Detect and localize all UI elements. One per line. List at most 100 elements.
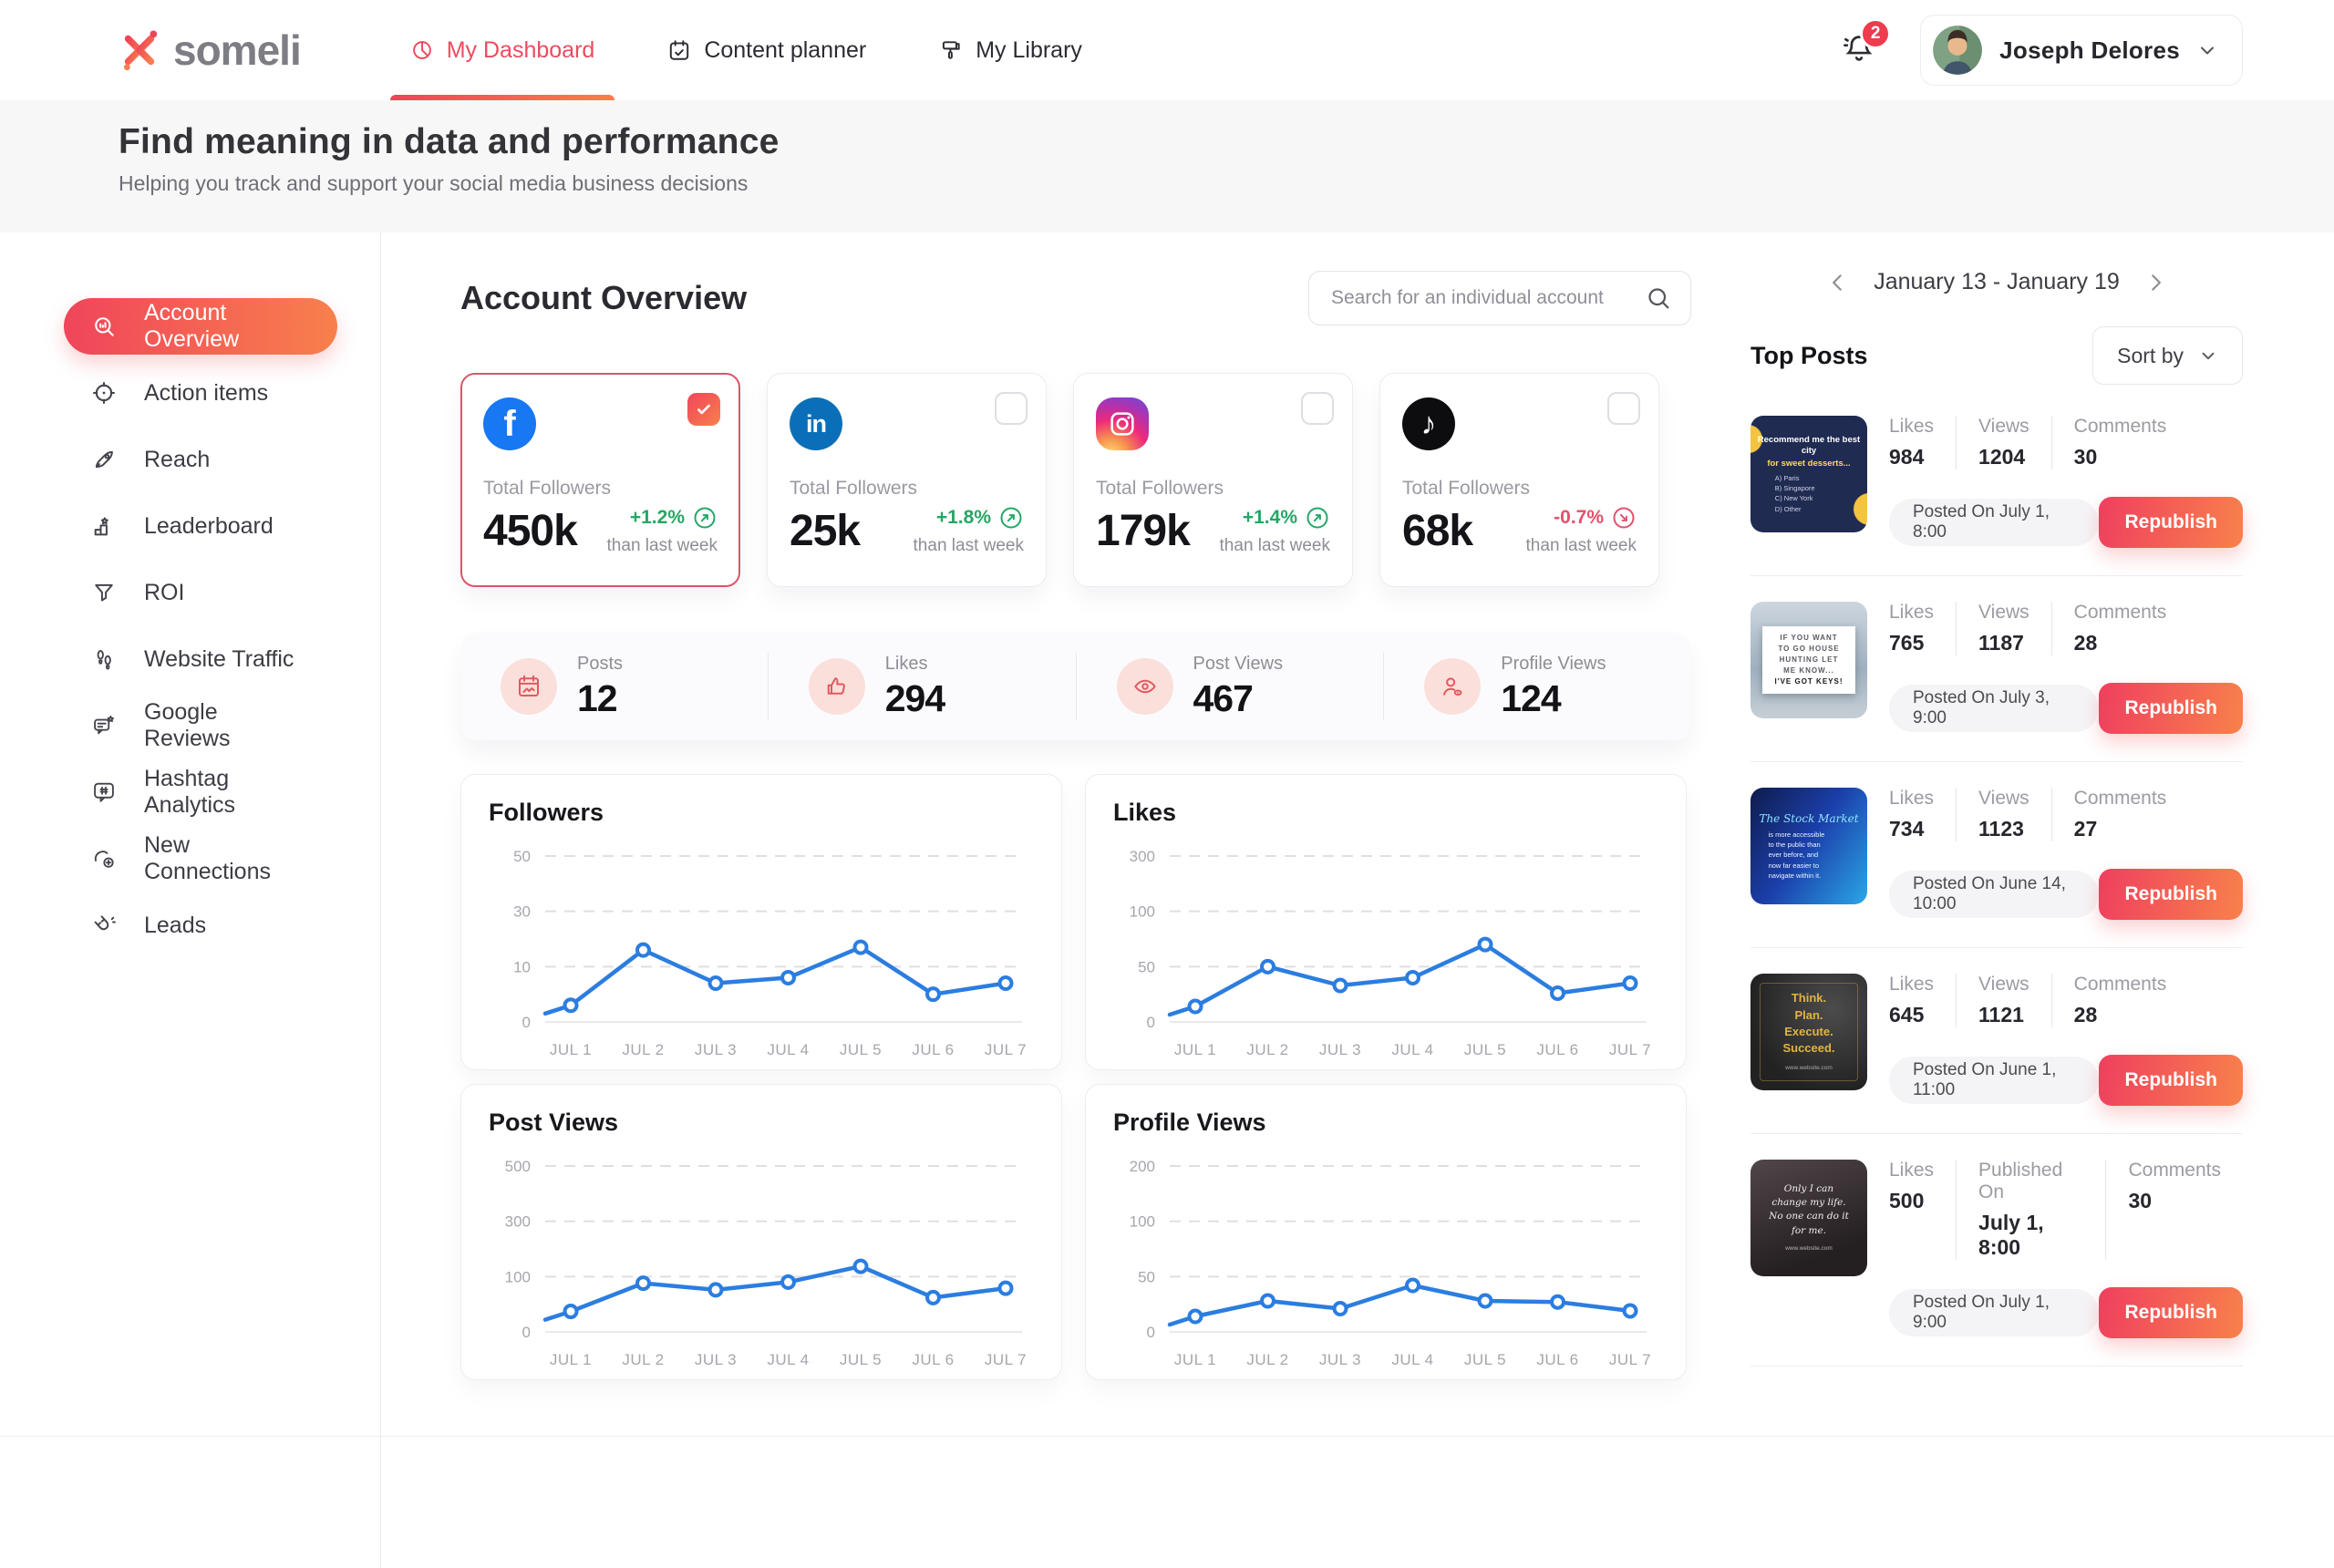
linkedin-account-card[interactable]: in Total Followers 25k +1.8% than last w… — [767, 373, 1047, 587]
svg-text:JUL 2: JUL 2 — [1246, 1351, 1288, 1368]
sidebar-item-roi[interactable]: ROI — [64, 564, 337, 621]
svg-text:0: 0 — [522, 1014, 531, 1031]
hero-banner: Find meaning in data and performance Hel… — [0, 100, 2334, 232]
linkedin-icon: in — [790, 397, 842, 450]
leash-plus-icon — [91, 846, 117, 872]
thumb-text: is more accessible — [1769, 830, 1850, 839]
prev-week-button[interactable] — [1826, 271, 1850, 294]
trend-up-icon — [1305, 505, 1330, 531]
thumb-text: Execute. — [1784, 1025, 1833, 1039]
svg-text:JUL 3: JUL 3 — [695, 1041, 737, 1058]
metric-likes: Likes 500 — [1889, 1160, 1956, 1260]
likes-line-chart: 050100300JUL 1JUL 2JUL 3JUL 4JUL 5JUL 6J… — [1113, 829, 1660, 1066]
post-thumbnail[interactable]: Recommend me the best city for sweet des… — [1750, 416, 1867, 532]
svg-text:500: 500 — [505, 1158, 531, 1175]
thumbs-up-icon — [809, 658, 865, 715]
post-thumbnail[interactable]: IF YOU WANT TO GO HOUSE HUNTING LET ME K… — [1750, 602, 1867, 718]
sidebar-item-leads[interactable]: Leads — [64, 897, 337, 954]
thumb-text: HUNTING LET — [1780, 655, 1839, 665]
republish-button[interactable]: Republish — [2099, 1055, 2243, 1106]
tab-my-dashboard[interactable]: My Dashboard — [410, 0, 595, 100]
thumb-text: change my life. — [1771, 1197, 1845, 1209]
search-icon[interactable] — [1645, 284, 1672, 312]
top-post-row: The Stock Market is more accessible to t… — [1750, 762, 2243, 948]
svg-text:100: 100 — [1130, 1213, 1155, 1231]
followers-label: Total Followers — [1096, 478, 1330, 500]
sidebar-item-label: Account Overview — [144, 300, 310, 353]
summary-stats-bar: Posts 12 Likes 294 — [460, 633, 1691, 740]
svg-text:0: 0 — [1147, 1324, 1155, 1341]
sidebar-item-leaderboard[interactable]: Leaderboard — [64, 498, 337, 554]
search-input[interactable] — [1329, 286, 1645, 310]
post-thumbnail[interactable]: Think. Plan. Execute. Succeed. www.websi… — [1750, 974, 1867, 1090]
sidebar-item-new-connections[interactable]: New Connections — [64, 830, 337, 887]
sidebar-item-label: Leads — [144, 913, 206, 939]
linkedin-checkbox[interactable] — [995, 392, 1028, 425]
thumb-text: B) Singapore — [1775, 484, 1843, 492]
profile-eye-icon — [1424, 658, 1481, 715]
stat-posts: Posts 12 — [460, 653, 768, 720]
pie-chart-icon — [410, 38, 434, 62]
bottom-divider — [0, 1436, 2334, 1437]
sidebar-item-hashtag-analytics[interactable]: Hashtag Analytics — [64, 764, 337, 820]
trend-up-icon — [692, 505, 718, 531]
tiktok-checkbox[interactable] — [1607, 392, 1640, 425]
check-icon — [695, 400, 713, 418]
metric-published-on: Published On July 1, 8:00 — [1956, 1160, 2105, 1260]
top-post-row: Think. Plan. Execute. Succeed. www.websi… — [1750, 948, 2243, 1134]
instagram-checkbox[interactable] — [1301, 392, 1334, 425]
facebook-icon: f — [483, 397, 536, 450]
sort-by-dropdown[interactable]: Sort by — [2092, 326, 2243, 385]
svg-text:JUL 4: JUL 4 — [1391, 1041, 1433, 1058]
sidebar-item-label: ROI — [144, 580, 184, 606]
profile-views-chart-card: Profile Views 050100200JUL 1JUL 2JUL 3JU… — [1085, 1084, 1687, 1380]
change-note: than last week — [1220, 536, 1330, 556]
republish-button[interactable]: Republish — [2099, 683, 2243, 734]
post-thumbnail[interactable]: Only I can change my life. No one can do… — [1750, 1160, 1867, 1276]
chart-title: Followers — [489, 799, 1034, 827]
thumb-text: www.website.com — [1785, 1245, 1833, 1253]
followers-value: 25k — [790, 506, 860, 556]
post-thumbnail[interactable]: The Stock Market is more accessible to t… — [1750, 788, 1867, 904]
top-posts-list: Recommend me the best city for sweet des… — [1750, 390, 2243, 1367]
thumb-text: now far easier to — [1769, 861, 1850, 870]
profile-menu[interactable]: Joseph Delores — [1920, 15, 2243, 86]
metric-likes: Likes 645 — [1889, 974, 1956, 1027]
followers-label: Total Followers — [483, 478, 718, 500]
instagram-account-card[interactable]: Total Followers 179k +1.4% than last wee… — [1073, 373, 1353, 587]
thumb-text: TO GO HOUSE — [1778, 645, 1839, 654]
top-posts-title: Top Posts — [1750, 342, 1868, 370]
metric-views: Views 1121 — [1956, 974, 2051, 1027]
sidebar-item-action-items[interactable]: Action items — [64, 365, 337, 421]
svg-text:JUL 4: JUL 4 — [767, 1351, 809, 1368]
republish-button[interactable]: Republish — [2099, 497, 2243, 548]
stat-profile-views: Profile Views 124 — [1383, 653, 1691, 720]
tiktok-account-card[interactable]: ♪ Total Followers 68k -0.7% than last we… — [1379, 373, 1659, 587]
sidebar-item-website-traffic[interactable]: Website Traffic — [64, 631, 337, 687]
facebook-checkbox[interactable] — [687, 393, 720, 426]
sidebar-item-reach[interactable]: Reach — [64, 431, 337, 488]
stat-label: Likes — [885, 654, 945, 675]
stat-label: Post Views — [1193, 654, 1284, 675]
sidebar-item-google-reviews[interactable]: Google Reviews — [64, 697, 337, 754]
republish-button[interactable]: Republish — [2099, 869, 2243, 920]
facebook-account-card[interactable]: f Total Followers 450k +1.2% — [460, 373, 740, 587]
chevron-down-icon — [2198, 346, 2218, 366]
metric-views: Views 1187 — [1956, 602, 2051, 655]
svg-text:JUL 3: JUL 3 — [695, 1351, 737, 1368]
republish-button[interactable]: Republish — [2099, 1287, 2243, 1338]
svg-text:JUL 5: JUL 5 — [1464, 1351, 1506, 1368]
tab-my-library[interactable]: My Library — [939, 0, 1082, 100]
notifications-button[interactable]: 2 — [1842, 31, 1876, 70]
metric-likes: Likes 765 — [1889, 602, 1956, 655]
dashboard-app: someli My Dashboard Content planner — [0, 0, 2334, 1568]
profile-views-line-chart: 050100200JUL 1JUL 2JUL 3JUL 4JUL 5JUL 6J… — [1113, 1139, 1660, 1376]
calendar-post-icon — [501, 658, 557, 715]
next-week-button[interactable] — [2143, 271, 2167, 294]
sidebar-item-account-overview[interactable]: Account Overview — [64, 298, 337, 355]
brand-logo[interactable]: someli — [119, 26, 301, 75]
svg-text:JUL 2: JUL 2 — [1246, 1041, 1288, 1058]
tab-content-planner[interactable]: Content planner — [667, 0, 866, 100]
metric-comments: Comments 27 — [2051, 788, 2189, 841]
footprints-icon — [91, 646, 117, 672]
